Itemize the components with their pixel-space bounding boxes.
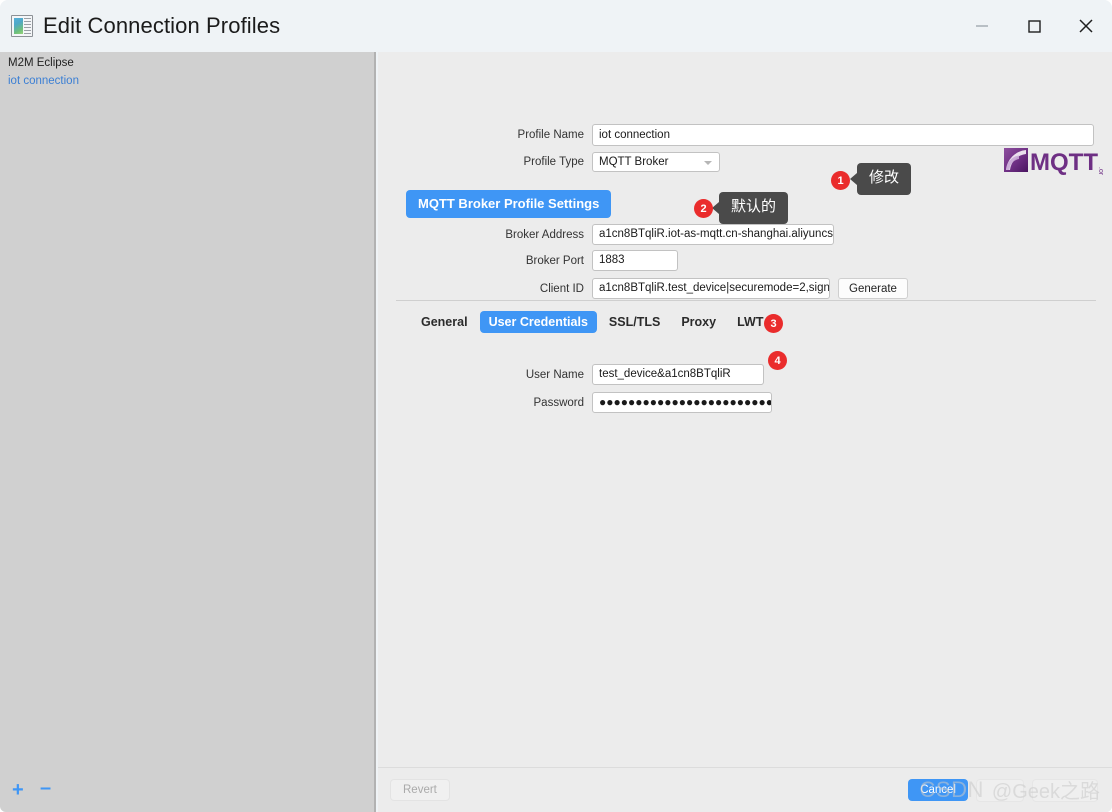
svg-text:.org: .org: [1097, 167, 1104, 175]
broker-address-input[interactable]: a1cn8BTqliR.iot-as-mqtt.cn-shanghai.aliy…: [592, 224, 834, 245]
chevron-down-icon: [704, 161, 712, 165]
password-row: Password ●●●●●●●●●●●●●●●●●●●●●●●●●●: [378, 392, 1112, 413]
application-icon-lines: [24, 18, 31, 34]
annotation-badge-2: 2: [694, 199, 713, 218]
minimize-icon: [976, 25, 988, 27]
client-id-input[interactable]: a1cn8BTqliR.test_device|securemode=2,sig…: [592, 278, 830, 299]
password-input[interactable]: ●●●●●●●●●●●●●●●●●●●●●●●●●●: [592, 392, 772, 413]
footer-button-secondary[interactable]: [976, 779, 1024, 802]
broker-address-row: Broker Address a1cn8BTqliR.iot-as-mqtt.c…: [378, 224, 1112, 245]
application-icon: [11, 15, 33, 37]
annotation-badge-4: 4: [768, 351, 787, 370]
tab-user-credentials[interactable]: User Credentials: [479, 311, 597, 333]
profile-type-select[interactable]: MQTT Broker: [592, 152, 720, 172]
minimize-button[interactable]: [956, 0, 1008, 52]
profiles-sidebar: M2M Eclipse iot connection + –: [0, 52, 376, 812]
profile-name-input[interactable]: iot connection: [592, 124, 1094, 146]
broker-address-label: Broker Address: [505, 228, 584, 241]
user-name-input[interactable]: test_device&a1cn8BTqliR: [592, 364, 764, 385]
user-name-label: User Name: [525, 368, 584, 381]
application-icon-panel: [14, 18, 23, 34]
annotation-badge-3: 3: [764, 314, 783, 333]
cancel-button[interactable]: Cancel: [908, 779, 968, 801]
close-button[interactable]: [1060, 0, 1112, 52]
window-controls: [956, 0, 1112, 52]
mqtt-broker-profile-settings-button[interactable]: MQTT Broker Profile Settings: [406, 190, 612, 218]
mqtt-org-logo: MQTT .org: [1004, 145, 1104, 175]
profile-name-row: Profile Name iot connection: [378, 124, 1112, 146]
password-label: Password: [533, 396, 585, 409]
tab-general[interactable]: General: [412, 311, 477, 333]
svg-text:MQTT: MQTT: [1030, 149, 1098, 175]
broker-port-row: Broker Port 1883: [378, 250, 1112, 271]
maximize-icon: [1028, 20, 1041, 33]
mqtt-logo-icon: MQTT .org: [1004, 148, 1104, 175]
broker-port-label: Broker Port: [525, 254, 584, 267]
title-bar: Edit Connection Profiles: [0, 0, 1112, 52]
client-id-label: Client ID: [539, 282, 584, 295]
close-icon: [1079, 19, 1093, 33]
annotation-badge-1: 1: [831, 171, 850, 190]
dialog-footer: Revert Cancel: [378, 767, 1112, 812]
maximize-button[interactable]: [1008, 0, 1060, 52]
user-name-row: User Name test_device&a1cn8BTqliR: [378, 364, 1112, 385]
sidebar-footer: + –: [0, 778, 374, 812]
sidebar-item-iot-connection[interactable]: iot connection: [8, 75, 79, 87]
tab-ssl-tls[interactable]: SSL/TLS: [600, 311, 669, 333]
profile-type-row: Profile Type MQTT Broker: [378, 152, 1112, 172]
profile-type-value: MQTT Broker: [599, 156, 669, 168]
revert-button[interactable]: Revert: [390, 779, 450, 801]
edit-connection-profiles-window: Edit Connection Profiles M2M Eclipse iot…: [0, 0, 1112, 812]
profile-type-label: Profile Type: [523, 156, 584, 168]
remove-profile-button[interactable]: –: [40, 778, 51, 798]
profile-name-label: Profile Name: [517, 129, 584, 141]
tab-proxy[interactable]: Proxy: [672, 311, 725, 333]
annotation-tooltip-2: 默认的: [711, 192, 789, 224]
profile-detail-panel: Profile Name iot connection Profile Type…: [378, 52, 1112, 812]
annotation-tooltip-1: 修改: [849, 163, 912, 195]
broker-port-input[interactable]: 1883: [592, 250, 678, 271]
settings-tabs: General User Credentials SSL/TLS Proxy L…: [412, 311, 775, 333]
add-profile-button[interactable]: +: [12, 780, 24, 800]
client-id-row: Client ID a1cn8BTqliR.test_device|secure…: [378, 278, 1112, 299]
section-divider: [396, 300, 1096, 301]
tree-root-label: M2M Eclipse: [8, 57, 74, 69]
window-title: Edit Connection Profiles: [43, 13, 281, 38]
footer-button-primary[interactable]: [1032, 779, 1098, 802]
generate-client-id-button[interactable]: Generate: [838, 278, 908, 299]
